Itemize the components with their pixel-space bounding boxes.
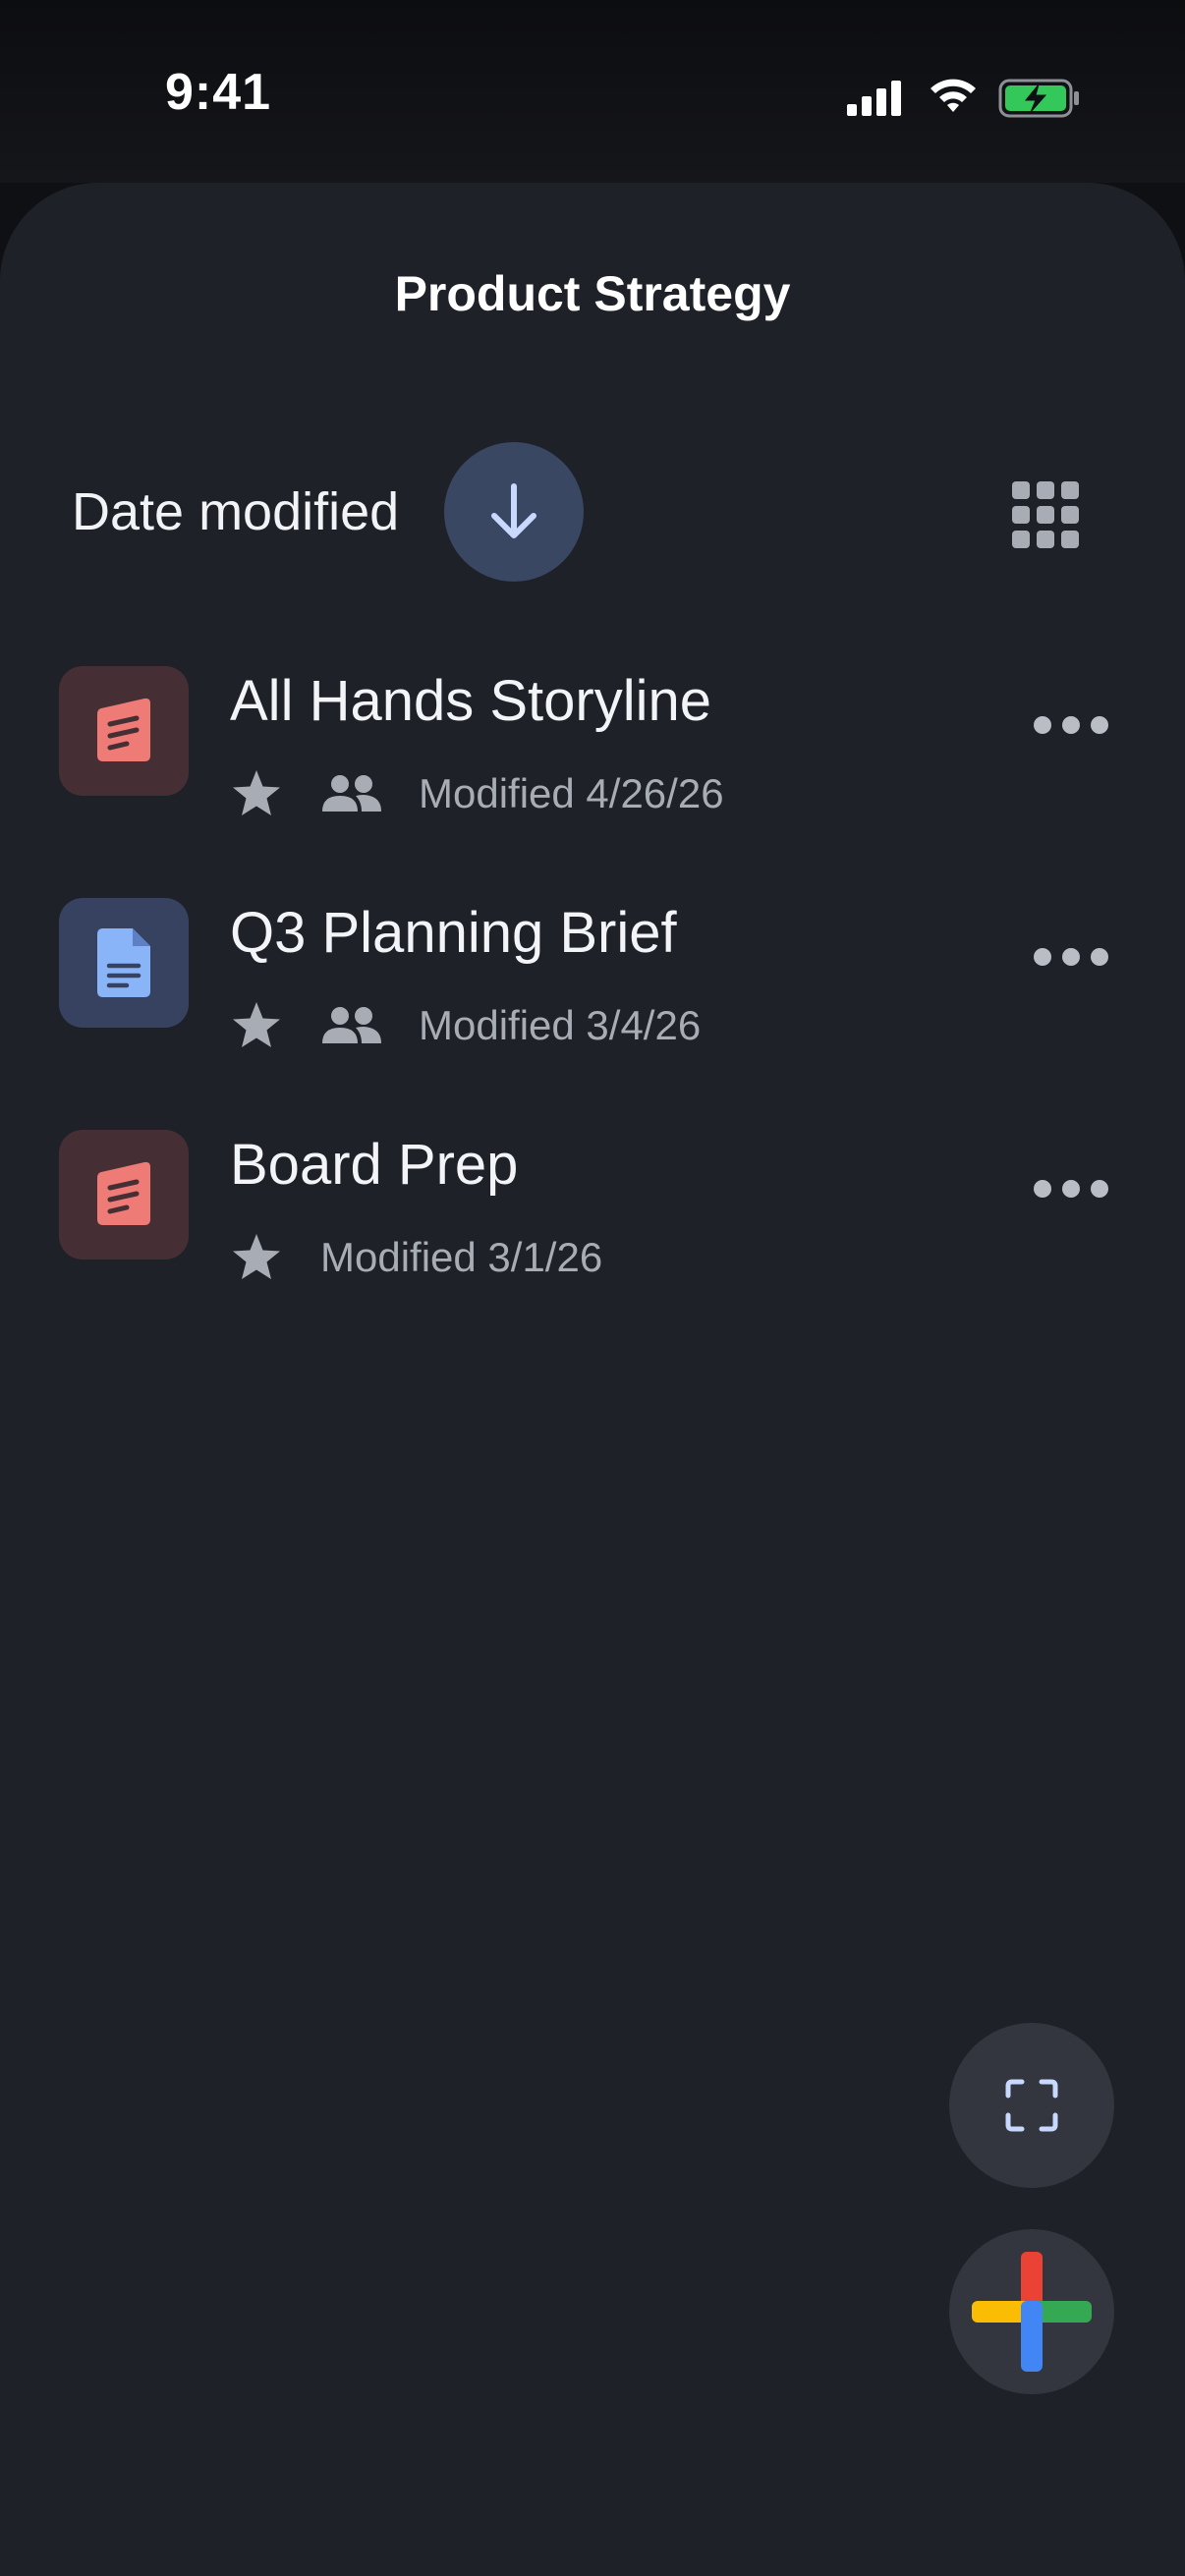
page-title: Product Strategy [394, 266, 791, 321]
file-row[interactable]: Q3 Planning Brief Modified 3/4/26 [0, 898, 1185, 1104]
grid-view-icon [1012, 481, 1079, 548]
file-meta: Modified 4/26/26 [230, 764, 724, 823]
slides-file-icon [97, 698, 150, 761]
slides-file-icon [97, 1161, 150, 1225]
star-icon [230, 768, 283, 819]
more-dot [1091, 716, 1108, 734]
more-options-button[interactable] [1034, 705, 1108, 745]
file-name: Board Prep [230, 1133, 519, 1197]
shared-people-icon [320, 1006, 383, 1045]
status-bar: 9:41 [0, 0, 1185, 183]
grid-view-button[interactable] [1006, 476, 1085, 554]
new-file-button[interactable] [949, 2229, 1114, 2394]
file-name: All Hands Storyline [230, 669, 711, 733]
modified-date: Modified 3/4/26 [419, 1002, 702, 1048]
more-dot [1034, 716, 1051, 734]
file-meta: Modified 3/4/26 [230, 996, 701, 1055]
more-dot [1034, 948, 1051, 966]
modified-date: Modified 3/1/26 [320, 1234, 603, 1280]
arrow-down-icon [491, 483, 536, 538]
star-icon [230, 1232, 283, 1283]
sort-label[interactable]: Date modified [72, 481, 399, 542]
status-icons [847, 73, 1083, 122]
file-row[interactable]: Board Prep Modified 3/1/26 [0, 1130, 1185, 1336]
more-dot [1062, 1180, 1080, 1198]
file-thumbnail [59, 666, 189, 796]
sort-direction-button[interactable] [444, 442, 584, 582]
more-dot [1062, 948, 1080, 966]
more-options-button[interactable] [1034, 1169, 1108, 1208]
status-time: 9:41 [165, 64, 272, 121]
file-thumbnail [59, 898, 189, 1028]
file-name: Q3 Planning Brief [230, 901, 677, 965]
cellular-signal-icon [847, 81, 901, 116]
scan-button[interactable] [949, 2023, 1114, 2188]
file-row[interactable]: All Hands Storyline Modified 4/26/26 [0, 666, 1185, 872]
file-meta: Modified 3/1/26 [230, 1228, 602, 1287]
star-icon [230, 1000, 283, 1051]
wifi-icon [931, 79, 976, 112]
more-dot [1091, 948, 1108, 966]
more-dot [1034, 1180, 1051, 1198]
more-dot [1062, 716, 1080, 734]
doc-file-icon [97, 928, 150, 997]
battery-charging-icon [998, 79, 1079, 118]
shared-people-icon [320, 774, 383, 813]
plus-icon [972, 2252, 1092, 2372]
modified-date: Modified 4/26/26 [419, 770, 724, 816]
scan-icon [1005, 2079, 1058, 2132]
file-thumbnail [59, 1130, 189, 1260]
more-options-button[interactable] [1034, 937, 1108, 977]
more-dot [1091, 1180, 1108, 1198]
